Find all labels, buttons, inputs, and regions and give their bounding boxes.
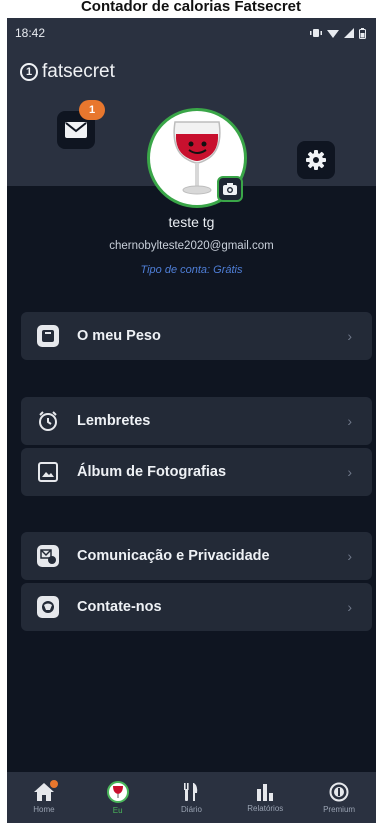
wifi-icon [327,30,339,38]
menu-item-label: O meu Peso [77,328,161,344]
chevron-right-icon: › [347,548,352,564]
envelope-icon [65,122,87,138]
camera-icon [223,183,237,195]
vibrate-icon [310,29,322,37]
change-photo-button[interactable] [217,176,243,202]
premium-icon [329,782,349,801]
cutlery-icon [184,782,198,801]
menu-item-reminders[interactable]: Lembretes › [21,397,372,445]
bar-chart-icon [257,783,274,801]
nav-tab-reports[interactable]: Relatórios [230,783,300,813]
nav-label: Home [33,804,55,814]
status-icons [310,27,366,39]
gear-icon [306,150,326,170]
phone-screen: 18:42 1 fatsecret 1 teste tg chernobylte… [7,18,376,823]
nav-label: Diário [181,804,202,814]
status-time: 18:42 [15,26,46,40]
privacy-icon [37,545,59,567]
signal-icon [344,28,354,38]
nav-label: Eu [112,805,123,815]
notification-dot [49,779,58,788]
nav-tab-home[interactable]: Home [9,779,79,814]
page-caption: Contador de calorias Fatsecret [80,0,302,15]
profile-avatar-icon [106,780,129,803]
nav-tab-premium[interactable]: Premium [304,782,374,814]
menu-item-communication-privacy[interactable]: Comunicação e Privacidade › [21,532,372,580]
nav-tab-me[interactable]: Eu [83,780,153,815]
menu-item-label: Comunicação e Privacidade [77,548,270,564]
menu-item-label: Lembretes [77,413,151,429]
account-type-link[interactable]: Tipo de conta: Grátis [7,264,376,276]
profile-email: chernobylteste2020@gmail.com [109,240,274,252]
scale-icon [37,325,59,347]
bottom-navigation: Home Eu Diário Relatórios Premium [7,772,376,823]
status-bar: 18:42 [7,18,376,48]
nav-label: Relatórios [247,803,284,813]
chevron-right-icon: › [347,413,352,429]
chevron-right-icon: › [347,464,352,480]
brand-name: fatsecret [42,61,115,82]
menu-item-weight[interactable]: O meu Peso › [21,312,372,360]
battery-icon [359,27,366,39]
nav-label: Premium [323,804,356,814]
chevron-right-icon: › [347,599,352,615]
brand-logo: 1 fatsecret [20,61,115,83]
fatsecret-logo-icon: 1 [20,63,38,81]
messages-badge: 1 [79,100,105,120]
chevron-right-icon: › [347,328,352,344]
menu-item-label: Contate-nos [77,599,162,615]
menu-item-label: Álbum de Fotografias [77,464,227,480]
menu-item-photo-album[interactable]: Álbum de Fotografias › [21,448,372,496]
nav-tab-diary[interactable]: Diário [156,782,226,814]
contact-icon [37,596,59,618]
menu-item-contact[interactable]: Contate-nos › [21,583,372,631]
settings-button[interactable] [297,141,335,179]
photo-album-icon [37,461,59,483]
profile-name: teste tg [168,214,215,230]
alarm-clock-icon [37,410,59,432]
